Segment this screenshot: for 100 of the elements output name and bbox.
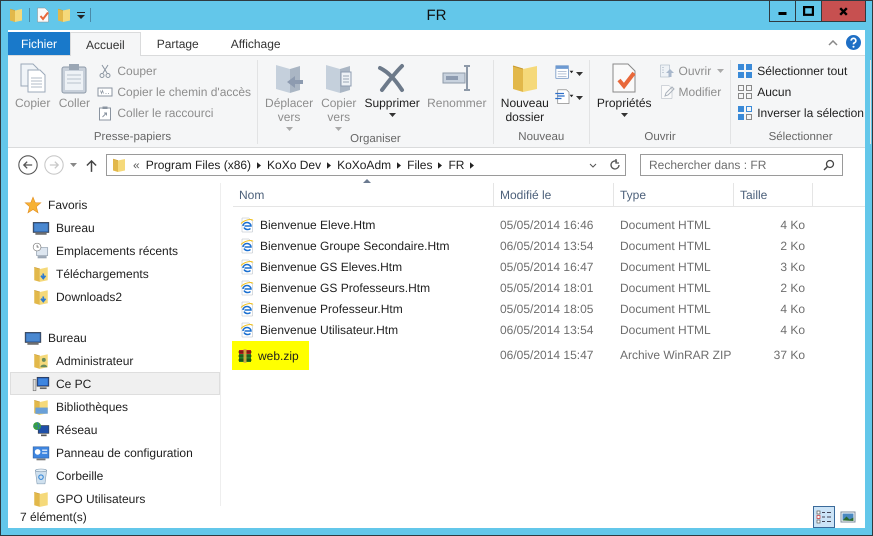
refresh-icon[interactable] [609,159,621,171]
web-document-icon [239,258,255,274]
group-label: Ouvrir [643,131,677,144]
breadcrumb[interactable]: Program Files (x86) [146,158,252,172]
back-button[interactable] [18,155,38,175]
file-name-cell[interactable]: Bienvenue Professeur.Htm [233,298,403,319]
column-header[interactable]: Nom [233,183,494,206]
table-cell-text: 06/05/2014 13:54 [499,238,594,254]
ribbon-button[interactable]: Propriétés [594,60,655,131]
web-document-icon [239,322,255,338]
sidebar-item[interactable]: Favoris [10,193,220,216]
sidebar-item[interactable]: Panneau de configuration [10,441,220,464]
sidebar-item[interactable]: Téléchargements [10,262,220,285]
file-name-cell[interactable]: web.zip [232,341,309,370]
breadcrumb[interactable]: Files [407,158,432,172]
table-cell-text: 05/05/2014 18:01 [499,280,594,296]
file-name-cell[interactable]: Bienvenue Utilisateur.Htm [233,319,398,340]
sidebar-item[interactable]: Bureau [10,216,220,239]
ribbon-tab[interactable]: Partage [140,32,215,55]
breadcrumb[interactable]: FR [448,158,464,172]
status-text: 7 élément(s) [20,510,87,524]
table-cell-text: 4 Ko [779,322,806,338]
minimize-button[interactable] [769,1,796,22]
sidebar-item[interactable]: Réseau [10,418,220,441]
grid-icon [737,63,754,79]
search-icon [823,159,835,171]
sidebar-item[interactable]: Ce PC [10,372,220,395]
group-label: Nouveau [517,131,566,144]
caret-icon [388,113,396,117]
chevron-right-icon[interactable] [327,162,332,168]
file-name: Bienvenue GS Eleves.Htm [260,260,402,274]
details-view-button[interactable] [813,506,835,528]
clock-icon [32,242,50,260]
file-name: Bienvenue Groupe Secondaire.Htm [260,238,450,252]
table-cell-text: 05/05/2014 18:05 [499,300,594,318]
folder-icon [32,490,50,508]
file-name-cell[interactable]: Bienvenue GS Professeurs.Htm [233,277,430,298]
file-name-cell[interactable]: Bienvenue Groupe Secondaire.Htm [233,235,450,256]
ribbon-tab[interactable]: Affichage [214,32,297,55]
maximize-icon [803,6,814,16]
folder-icon [8,7,24,23]
up-arrow-icon[interactable] [86,158,97,172]
chevron-right-icon[interactable] [470,162,474,168]
group-label: Sélectionner [768,131,834,144]
chevron-right-icon[interactable] [257,162,262,168]
help-icon[interactable] [846,35,861,50]
breadcrumb[interactable]: KoXo Dev [267,158,322,172]
customize-icon[interactable] [77,12,85,18]
table-cell-text: 37 Ko [772,346,806,364]
sidebar-item[interactable]: Bibliothèques [10,395,220,418]
table-cell-text: Document HTML [619,238,712,254]
ribbon-button[interactable]: Supprimer [361,60,423,133]
image-icon [840,510,856,524]
column-header[interactable]: Taille [734,183,813,206]
file-name-cell[interactable]: Bienvenue GS Eleves.Htm [233,256,402,277]
ribbon-button[interactable]: Sélectionner tout [735,62,866,80]
address-bar[interactable]: « Program Files (x86) KoXo Dev KoXoAdm Files FR [106,154,626,176]
close-button[interactable] [821,1,866,22]
table-cell-text: 05/05/2014 16:46 [499,216,594,234]
group-label: Organiser [349,133,402,146]
shortcut-icon [97,105,114,121]
sidebar-item[interactable]: GPO Utilisateurs [10,487,220,510]
breadcrumb[interactable]: KoXoAdm [337,158,392,172]
table-cell-text: 2 Ko [779,280,806,296]
caret-icon [576,72,583,76]
file-name: web.zip [258,348,299,362]
chevron-down-icon[interactable] [589,162,597,168]
new-folder-icon [56,7,72,23]
sidebar-item[interactable]: Downloads2 [10,285,220,308]
recent-locations-icon[interactable] [70,163,77,167]
file-menu-tab[interactable]: Fichier [8,32,70,55]
overflow-chevron[interactable]: « [133,158,140,172]
ribbon-button[interactable]: Inverser la sélection [735,104,866,122]
sidebar-item[interactable]: Administrateur [10,349,220,372]
sidebar-item[interactable]: Emplacements récents [10,239,220,262]
chevron-right-icon[interactable] [397,162,402,168]
computer-icon [32,374,50,392]
table-cell-text: Archive WinRAR ZIP [619,346,732,364]
ribbon-button[interactable]: Aucun [735,83,866,101]
download-folder-icon [32,264,50,282]
table-cell-text: 4 Ko [779,300,806,318]
table-cell-text: Document HTML [619,300,712,318]
collapse-ribbon-icon[interactable] [828,40,838,46]
sidebar-item[interactable]: Corbeille [10,464,220,487]
sidebar-item[interactable]: Bureau [10,326,220,349]
ribbon-button[interactable]: Nouveau dossier [498,60,552,131]
close-icon [838,6,849,16]
column-header[interactable]: Type [614,183,734,206]
open-icon [658,63,675,79]
web-document-icon [239,216,255,232]
chevron-right-icon[interactable] [438,162,442,168]
invert-grid-icon [737,105,754,121]
ribbon-tab[interactable]: Accueil [70,32,141,56]
table-cell-text: 4 Ko [779,216,806,234]
file-name-cell[interactable]: Bienvenue Eleve.Htm [233,214,376,235]
folder-icon [111,157,127,173]
search-field[interactable]: Rechercher dans : FR [640,154,843,176]
web-document-icon [239,300,255,316]
edit-icon [658,84,675,100]
column-header[interactable]: Modifié le [494,183,614,206]
